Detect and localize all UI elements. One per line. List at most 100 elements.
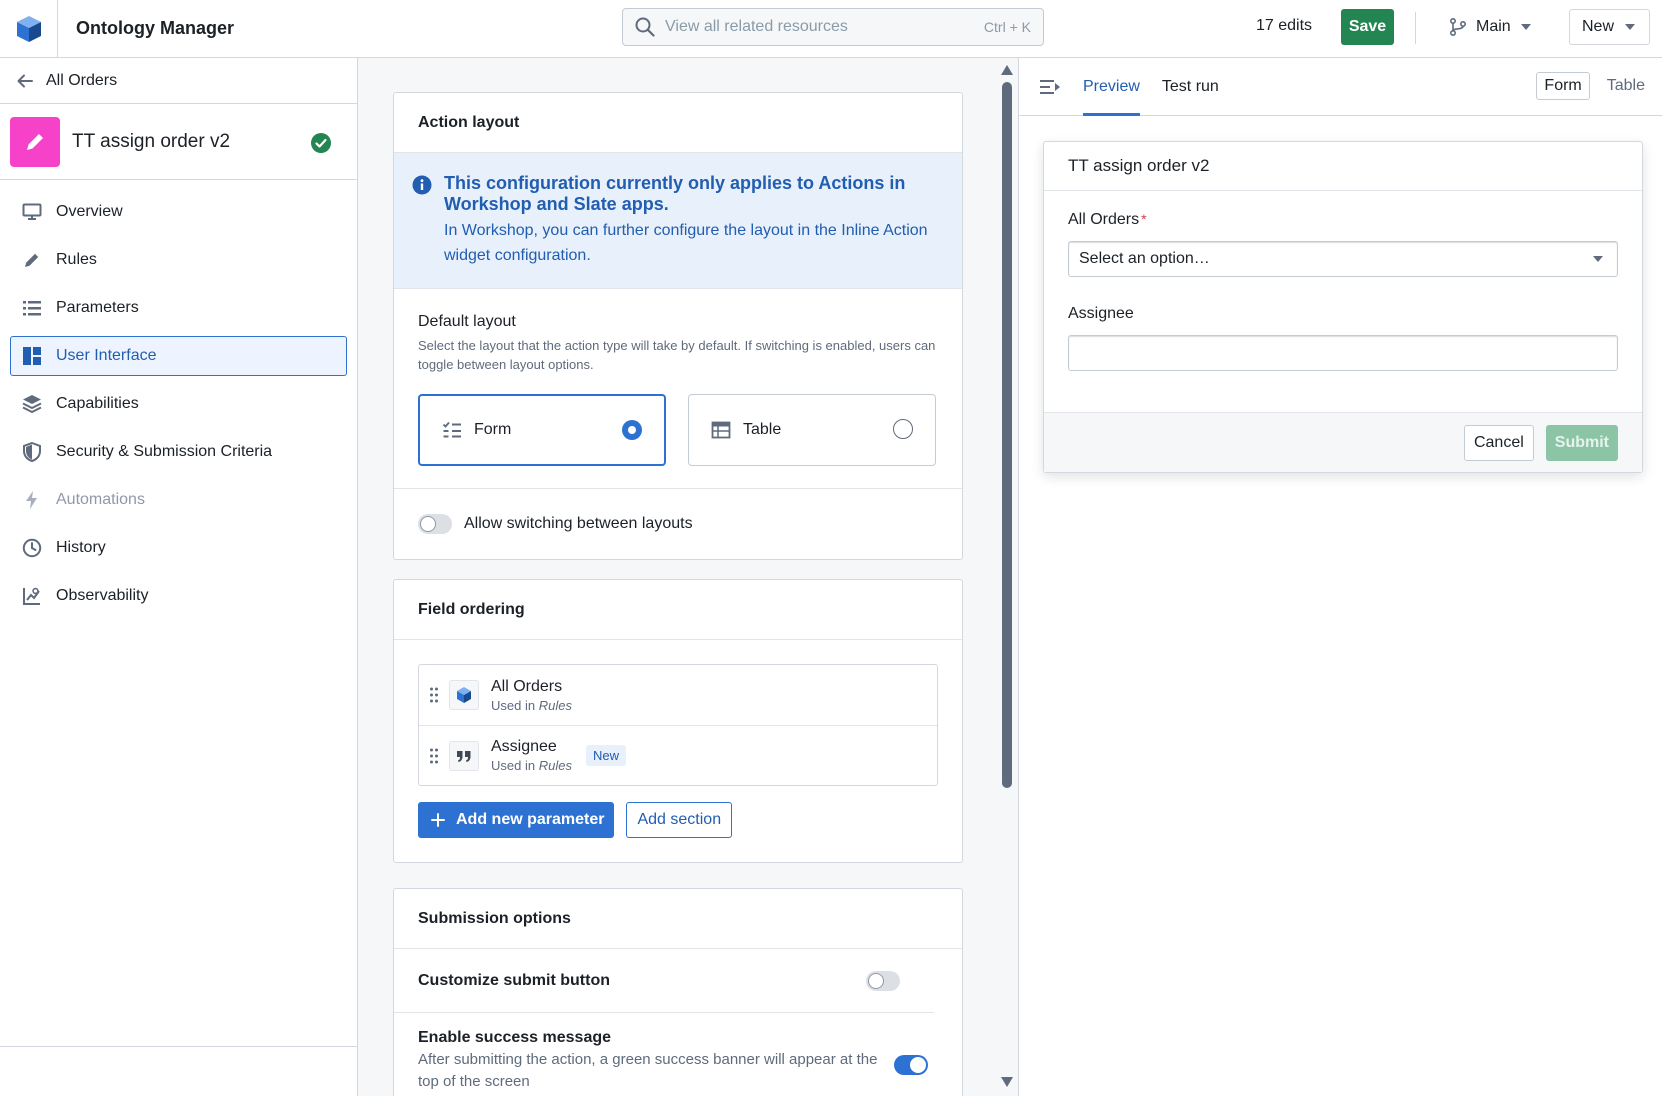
back-link-label: All Orders: [46, 71, 118, 89]
assignee-input[interactable]: [1068, 335, 1618, 371]
caret-down-icon: [1625, 24, 1635, 30]
switch-layouts-row: Allow switching between layouts: [394, 489, 962, 559]
drag-handle-icon[interactable]: [427, 686, 441, 704]
sidebar-item-overview[interactable]: Overview: [10, 192, 347, 232]
save-button[interactable]: Save: [1341, 9, 1394, 45]
preview-table-button[interactable]: Table: [1600, 72, 1652, 100]
app-logo[interactable]: [0, 0, 58, 58]
field-row[interactable]: Assignee Used in Rules New: [419, 725, 937, 785]
field-actions: Add new parameter Add section: [394, 786, 962, 862]
sidebar-item-label: Observability: [56, 587, 149, 604]
layout-option-form[interactable]: Form: [418, 394, 666, 466]
allow-switching-toggle[interactable]: [418, 514, 452, 534]
sidebar-item-parameters[interactable]: Parameters: [10, 288, 347, 328]
allow-switching-label: Allow switching between layouts: [464, 515, 693, 532]
sidebar-item-user-interface[interactable]: User Interface: [10, 336, 347, 376]
sidebar-item-capabilities[interactable]: Capabilities: [10, 384, 347, 424]
table-radio[interactable]: [893, 419, 913, 439]
action-form-preview: TT assign order v2 All Orders * Select an…: [1043, 141, 1643, 473]
branch-selector[interactable]: Main: [1448, 9, 1533, 45]
add-parameter-button[interactable]: Add new parameter: [418, 802, 615, 838]
preview-form-button[interactable]: Form: [1536, 72, 1590, 100]
info-callout: This configuration currently only applie…: [394, 153, 962, 289]
info-sign-icon: [412, 175, 432, 195]
preview-panel: Preview Test run Form Table TT assign or…: [1018, 58, 1662, 1096]
cube-logo-icon: [16, 15, 41, 42]
field-list: All Orders Used in Rules Assignee Used i…: [418, 664, 938, 786]
select-placeholder: Select an option…: [1079, 250, 1210, 267]
arrow-left-icon: [17, 74, 33, 87]
center-scrollbar[interactable]: [996, 58, 1018, 1096]
search-bar[interactable]: View all related resources Ctrl + K: [622, 8, 1044, 46]
caret-down-icon: [1593, 256, 1603, 262]
new-tag: New: [585, 745, 626, 766]
assignee-label: Assignee: [1068, 305, 1134, 322]
branch-name: Main: [1476, 18, 1511, 35]
card-title: Action layout: [394, 93, 962, 153]
sidebar-item-security[interactable]: Security & Submission Criteria: [10, 432, 347, 472]
app-title: Ontology Manager: [76, 18, 235, 38]
submit-button[interactable]: Submit: [1545, 424, 1618, 461]
add-section-button[interactable]: Add section: [626, 802, 733, 838]
field-usage: Used in Rules: [491, 697, 572, 713]
tab-test-run[interactable]: Test run: [1162, 58, 1219, 116]
config-panel: Action layout This configuration current…: [358, 58, 1018, 1096]
table-icon: [711, 421, 731, 439]
card-title: Field ordering: [394, 580, 962, 640]
default-layout-desc: Select the layout that the action type w…: [418, 338, 936, 372]
sidebar-item-observability[interactable]: Observability: [10, 576, 347, 616]
sidebar-item-label: Overview: [56, 203, 123, 220]
layout-option-table[interactable]: Table: [688, 394, 936, 466]
collapse-panel-icon[interactable]: [1039, 77, 1061, 97]
header-divider: [1415, 12, 1416, 44]
scrollbar-thumb[interactable]: [1002, 82, 1012, 788]
back-link[interactable]: All Orders: [0, 58, 357, 104]
form-icon: [442, 421, 461, 438]
submission-options-card: Submission options Customize submit butt…: [393, 888, 963, 1096]
top-bar: Ontology Manager View all related resour…: [0, 0, 1662, 58]
form-radio[interactable]: [622, 420, 642, 440]
search-shortcut: Ctrl + K: [983, 19, 1031, 35]
action-header: TT assign order v2: [0, 104, 357, 180]
tab-preview[interactable]: Preview: [1083, 58, 1140, 116]
sidebar-item-automations[interactable]: Automations: [10, 480, 347, 520]
field-row[interactable]: All Orders Used in Rules: [419, 665, 937, 725]
clock-icon: [22, 538, 42, 558]
sidebar-item-label: History: [56, 539, 106, 556]
search-icon: [635, 17, 655, 37]
form-footer: Cancel Submit: [1044, 412, 1642, 472]
preview-header: Preview Test run Form Table: [1019, 58, 1662, 116]
card-title: Submission options: [394, 889, 962, 949]
sidebar-item-history[interactable]: History: [10, 528, 347, 568]
field-name: All Orders: [491, 677, 563, 695]
new-button[interactable]: New: [1569, 9, 1650, 45]
edits-count[interactable]: 17 edits: [1256, 17, 1312, 35]
success-message-toggle[interactable]: [894, 1055, 928, 1075]
scroll-up-icon[interactable]: [1000, 64, 1014, 76]
layout-grid-icon: [23, 347, 41, 365]
layout-option-label: Table: [743, 421, 782, 438]
pencil-icon: [27, 133, 43, 150]
sidebar-nav: Overview Rules Parameters User Interface…: [0, 180, 357, 616]
sidebar-item-rules[interactable]: Rules: [10, 240, 347, 280]
desktop-icon: [22, 203, 42, 220]
cube-icon: [449, 680, 479, 710]
sidebar-item-label: Automations: [56, 491, 145, 508]
new-button-label: New: [1582, 18, 1615, 35]
customize-submit-toggle[interactable]: [866, 970, 900, 991]
action-type-icon: [10, 116, 60, 167]
shield-icon: [23, 442, 41, 462]
search-placeholder: View all related resources: [665, 18, 848, 35]
all-orders-select[interactable]: Select an option…: [1068, 241, 1618, 277]
action-layout-card: Action layout This configuration current…: [393, 92, 963, 560]
customize-submit-label: Customize submit button: [418, 971, 610, 989]
sidebar: All Orders TT assign order v2 Overview R…: [0, 58, 358, 1096]
default-layout-title: Default layout: [418, 313, 516, 330]
layers-icon: [22, 395, 42, 414]
drag-handle-icon[interactable]: [427, 747, 441, 765]
lightning-icon: [26, 491, 37, 509]
sidebar-item-label: Parameters: [56, 299, 139, 316]
cancel-button[interactable]: Cancel: [1463, 424, 1534, 461]
scroll-down-icon[interactable]: [1000, 1076, 1014, 1088]
customize-submit-row: Customize submit button: [394, 949, 934, 1013]
